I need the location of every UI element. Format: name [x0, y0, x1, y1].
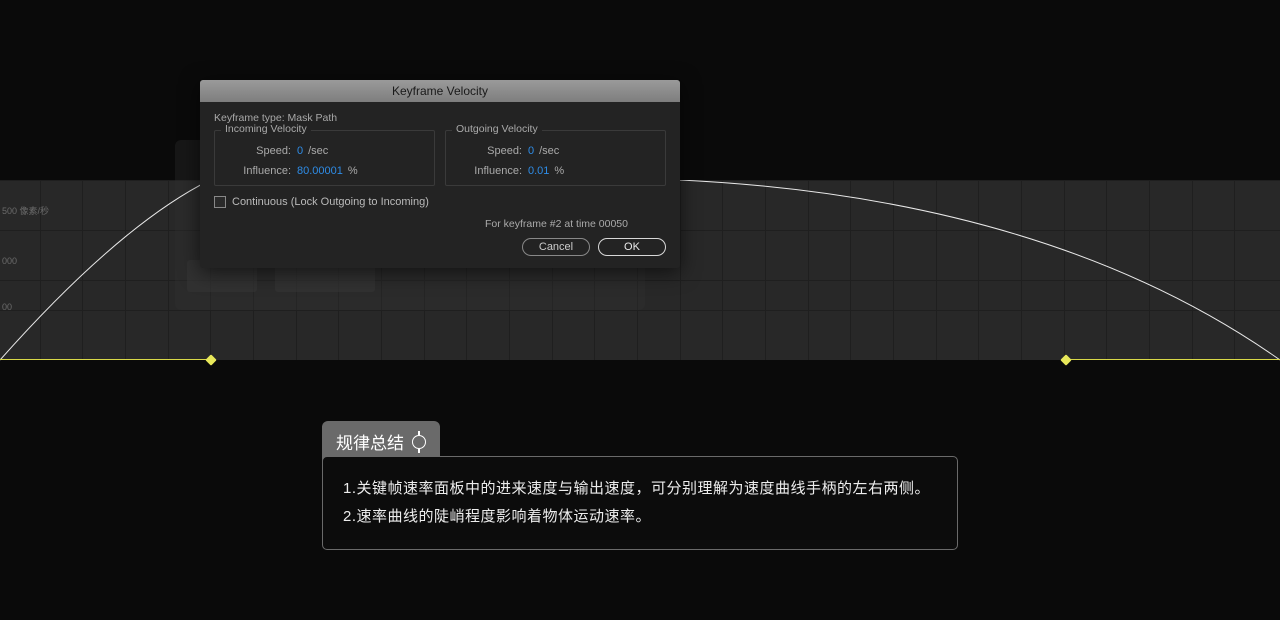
outgoing-influence-label: Influence:: [454, 165, 522, 177]
summary-tab-label: 规律总结: [336, 429, 404, 454]
summary-box: 1.关键帧速率面板中的进来速度与输出速度，可分别理解为速度曲线手柄的左右两侧。 …: [322, 456, 958, 550]
incoming-speed-value[interactable]: 0: [297, 145, 303, 157]
incoming-title: Incoming Velocity: [221, 123, 311, 135]
incoming-influence-value[interactable]: 80.00001: [297, 165, 343, 177]
axis-label-000: 000: [2, 256, 17, 266]
summary-line-2: 2.速率曲线的陡峭程度影响着物体运动速率。: [343, 503, 937, 531]
outgoing-speed-label: Speed:: [454, 145, 522, 157]
incoming-influence-label: Influence:: [223, 165, 291, 177]
lightbulb-icon: [412, 435, 426, 449]
dialog-title: Keyframe Velocity: [200, 80, 680, 102]
keyframe-info: For keyframe #2 at time 00050: [214, 218, 666, 230]
cancel-button[interactable]: Cancel: [522, 238, 590, 256]
incoming-speed-unit: /sec: [308, 145, 328, 157]
axis-label-500: 500 像素/秒: [2, 204, 49, 217]
continuous-checkbox[interactable]: [214, 196, 226, 208]
ok-button[interactable]: OK: [598, 238, 666, 256]
continuous-label: Continuous (Lock Outgoing to Incoming): [232, 196, 429, 208]
incoming-velocity-group: Incoming Velocity Speed: 0 /sec Influenc…: [214, 130, 435, 186]
continuous-row[interactable]: Continuous (Lock Outgoing to Incoming): [214, 196, 666, 208]
incoming-handle-line: [0, 359, 210, 360]
keyframe-velocity-dialog: Keyframe Velocity Keyframe type: Mask Pa…: [200, 80, 680, 268]
outgoing-influence-value[interactable]: 0.01: [528, 165, 549, 177]
outgoing-velocity-group: Outgoing Velocity Speed: 0 /sec Influenc…: [445, 130, 666, 186]
outgoing-influence-unit: %: [554, 165, 564, 177]
outgoing-speed-value[interactable]: 0: [528, 145, 534, 157]
outgoing-title: Outgoing Velocity: [452, 123, 542, 135]
outgoing-speed-unit: /sec: [539, 145, 559, 157]
axis-label-00: 00: [2, 302, 12, 312]
outgoing-handle-line: [1065, 359, 1280, 360]
incoming-influence-unit: %: [348, 165, 358, 177]
incoming-speed-label: Speed:: [223, 145, 291, 157]
summary-line-1: 1.关键帧速率面板中的进来速度与输出速度，可分别理解为速度曲线手柄的左右两侧。: [343, 475, 937, 503]
